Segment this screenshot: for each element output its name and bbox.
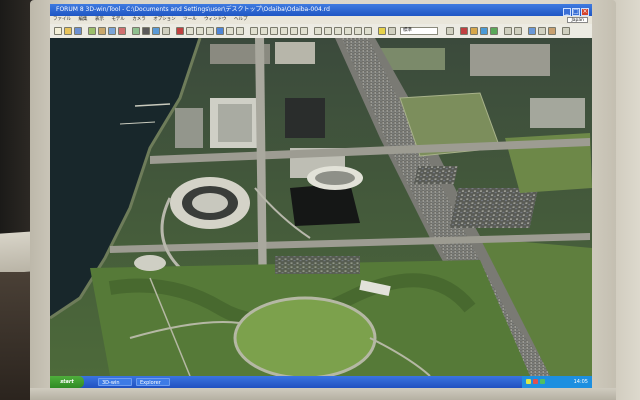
menu-file[interactable]: ファイル xyxy=(50,16,74,24)
windows-taskbar: start 3D-win Explorer 14:05 xyxy=(50,376,592,388)
rotate-icon[interactable] xyxy=(196,27,204,35)
building-block xyxy=(285,98,325,138)
table-icon[interactable] xyxy=(514,27,522,35)
lawn xyxy=(233,296,377,376)
parking-lot xyxy=(449,188,539,228)
building-block xyxy=(470,44,550,76)
window-title: FORUM 8 3D-win/Tool - C:\Documents and S… xyxy=(56,6,330,13)
menu-options[interactable]: オプション xyxy=(150,16,179,24)
building-block xyxy=(275,42,315,64)
record-icon[interactable] xyxy=(118,27,126,35)
fog-icon[interactable] xyxy=(354,27,362,35)
texture-icon[interactable] xyxy=(364,27,372,35)
settings-icon[interactable] xyxy=(388,27,396,35)
pan-icon[interactable] xyxy=(216,27,224,35)
front-view-icon[interactable] xyxy=(300,27,308,35)
menu-window[interactable]: ウィンドウ xyxy=(201,16,230,24)
building-block xyxy=(218,104,252,142)
tray-icon[interactable] xyxy=(526,379,531,384)
tray-icon[interactable] xyxy=(533,379,538,384)
taskbar-item[interactable]: Explorer xyxy=(136,378,170,386)
highlight-icon[interactable] xyxy=(378,27,386,35)
oval-structure xyxy=(315,171,355,185)
print-icon[interactable] xyxy=(548,27,556,35)
menu-bar: ファイル 編集 表示 モデル カメラ オプション ツール ウィンドウ ヘルプ J… xyxy=(50,16,592,24)
help-icon[interactable] xyxy=(562,27,570,35)
start-button[interactable]: start xyxy=(50,376,84,388)
layer-icon[interactable] xyxy=(88,27,96,35)
side-view-icon[interactable] xyxy=(290,27,298,35)
round-building xyxy=(192,193,228,213)
marker-blue-icon[interactable] xyxy=(480,27,488,35)
tray-icon[interactable] xyxy=(540,379,545,384)
menu-camera[interactable]: カメラ xyxy=(129,16,149,24)
walk-icon[interactable] xyxy=(226,27,234,35)
language-indicator[interactable]: Japan xyxy=(567,17,588,23)
camera-icon[interactable] xyxy=(142,27,150,35)
open-folder-icon[interactable] xyxy=(64,27,72,35)
sky-icon[interactable] xyxy=(108,27,116,35)
flag-icon[interactable] xyxy=(176,27,184,35)
clock: 14:05 xyxy=(573,379,588,385)
dark-building xyxy=(290,183,360,226)
parking-lot xyxy=(275,256,360,274)
menu-edit[interactable]: 編集 xyxy=(75,16,90,24)
network-icon[interactable] xyxy=(528,27,536,35)
new-file-icon[interactable] xyxy=(54,27,62,35)
zoom-out-icon[interactable] xyxy=(260,27,268,35)
menu-model[interactable]: モデル xyxy=(108,16,128,24)
measure-icon[interactable] xyxy=(314,27,322,35)
building-block xyxy=(530,98,585,128)
parking-lot xyxy=(413,166,458,184)
top-view-icon[interactable] xyxy=(280,27,288,35)
stop-icon[interactable] xyxy=(162,27,170,35)
marker-green-icon[interactable] xyxy=(490,27,498,35)
system-tray: 14:05 xyxy=(522,376,592,388)
shadow-icon[interactable] xyxy=(344,27,352,35)
pointer-icon[interactable] xyxy=(186,27,194,35)
monitor-screen: FORUM 8 3D-win/Tool - C:\Documents and S… xyxy=(50,4,592,388)
minimize-icon[interactable]: _ xyxy=(563,8,571,16)
export-icon[interactable] xyxy=(538,27,546,35)
toolbar: 標準 xyxy=(50,24,592,39)
terrain-icon[interactable] xyxy=(98,27,106,35)
zoom-in-icon[interactable] xyxy=(250,27,258,35)
marker-orange-icon[interactable] xyxy=(470,27,478,35)
move-icon[interactable] xyxy=(206,27,214,35)
save-icon[interactable] xyxy=(74,27,82,35)
maximize-icon[interactable]: □ xyxy=(572,8,580,16)
chart-icon[interactable] xyxy=(504,27,512,35)
plaza xyxy=(134,255,166,271)
properties-icon[interactable] xyxy=(446,27,454,35)
view-mode-select[interactable]: 標準 xyxy=(400,27,438,35)
close-icon[interactable]: × xyxy=(581,8,589,16)
menu-tools[interactable]: ツール xyxy=(180,16,200,24)
window-title-bar[interactable]: FORUM 8 3D-win/Tool - C:\Documents and S… xyxy=(50,4,592,16)
marker-red-icon[interactable] xyxy=(460,27,468,35)
menu-help[interactable]: ヘルプ xyxy=(231,16,251,24)
fly-icon[interactable] xyxy=(236,27,244,35)
taskbar-item[interactable]: 3D-win xyxy=(98,378,132,386)
grid-icon[interactable] xyxy=(324,27,332,35)
model-icon[interactable] xyxy=(132,27,140,35)
play-icon[interactable] xyxy=(152,27,160,35)
light-icon[interactable] xyxy=(334,27,342,35)
monitor-bottom-edge xyxy=(30,388,616,400)
aerial-3d-map-view[interactable] xyxy=(50,38,592,376)
fit-view-icon[interactable] xyxy=(270,27,278,35)
menu-view[interactable]: 表示 xyxy=(92,16,107,24)
building-block xyxy=(175,108,203,148)
